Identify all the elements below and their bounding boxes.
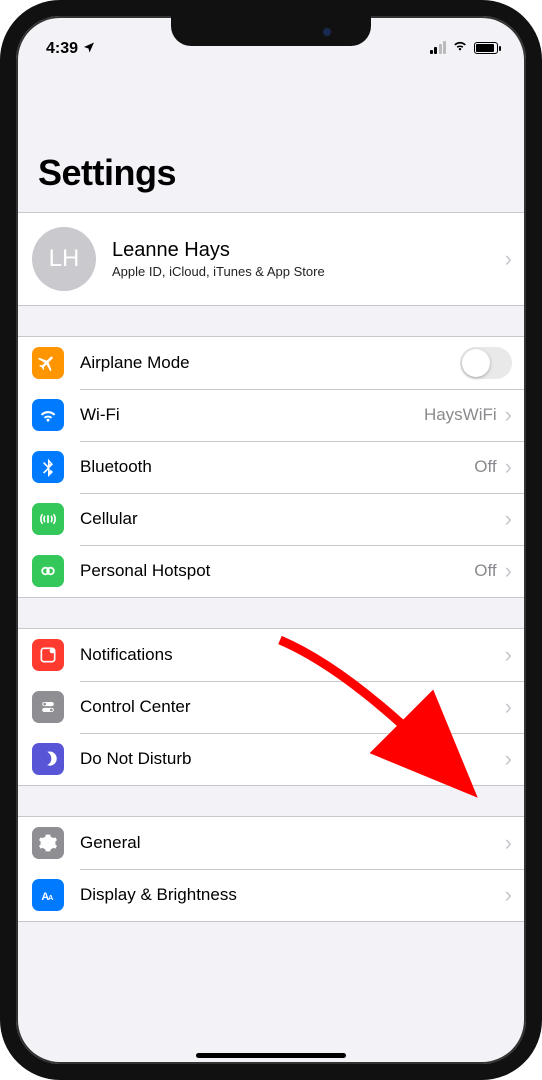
wifi-value: HaysWiFi — [424, 405, 497, 425]
status-right — [430, 37, 499, 58]
page-title: Settings — [38, 152, 504, 194]
home-indicator[interactable] — [196, 1053, 346, 1058]
row-general[interactable]: General › — [16, 817, 526, 869]
hotspot-label: Personal Hotspot — [80, 561, 474, 581]
hotspot-icon — [32, 555, 64, 587]
group-notifications: Notifications › Control Center › Do Not … — [16, 628, 526, 786]
row-display-brightness[interactable]: AA Display & Brightness › — [16, 869, 526, 921]
wifi-label: Wi-Fi — [80, 405, 424, 425]
row-airplane-mode[interactable]: Airplane Mode — [16, 337, 526, 389]
chevron-right-icon: › — [505, 404, 512, 426]
bluetooth-label: Bluetooth — [80, 457, 474, 477]
chevron-right-icon: › — [505, 884, 512, 906]
profile-group: LH Leanne Hays Apple ID, iCloud, iTunes … — [16, 212, 526, 306]
row-cellular[interactable]: Cellular › — [16, 493, 526, 545]
notch — [171, 16, 371, 46]
wifi-icon — [452, 37, 468, 58]
hotspot-value: Off — [474, 561, 496, 581]
row-control-center[interactable]: Control Center › — [16, 681, 526, 733]
profile-name: Leanne Hays — [112, 239, 505, 262]
chevron-right-icon: › — [505, 248, 512, 270]
cellular-label: Cellular — [80, 509, 505, 529]
svg-text:A: A — [48, 893, 54, 902]
notifications-icon — [32, 639, 64, 671]
group-connectivity: Airplane Mode Wi-Fi HaysWiFi › Bluetooth… — [16, 336, 526, 598]
airplane-icon — [32, 347, 64, 379]
cellular-signal-icon — [430, 41, 447, 54]
wifi-settings-icon — [32, 399, 64, 431]
chevron-right-icon: › — [505, 456, 512, 478]
location-arrow-icon — [83, 40, 95, 58]
profile-subtitle: Apple ID, iCloud, iTunes & App Store — [112, 264, 505, 279]
display-label: Display & Brightness — [80, 885, 505, 905]
apple-id-row[interactable]: LH Leanne Hays Apple ID, iCloud, iTunes … — [16, 213, 526, 305]
row-do-not-disturb[interactable]: Do Not Disturb › — [16, 733, 526, 785]
chevron-right-icon: › — [505, 832, 512, 854]
control-center-label: Control Center — [80, 697, 505, 717]
page-header: Settings — [16, 62, 526, 204]
row-bluetooth[interactable]: Bluetooth Off › — [16, 441, 526, 493]
airplane-toggle[interactable] — [460, 347, 512, 379]
group-general: General › AA Display & Brightness › — [16, 816, 526, 922]
notifications-label: Notifications — [80, 645, 505, 665]
row-wifi[interactable]: Wi-Fi HaysWiFi › — [16, 389, 526, 441]
airplane-label: Airplane Mode — [80, 353, 460, 373]
chevron-right-icon: › — [505, 508, 512, 530]
status-left: 4:39 — [46, 40, 95, 58]
display-icon: AA — [32, 879, 64, 911]
control-center-icon — [32, 691, 64, 723]
moon-icon — [32, 743, 64, 775]
chevron-right-icon: › — [505, 644, 512, 666]
chevron-right-icon: › — [505, 560, 512, 582]
avatar: LH — [32, 227, 96, 291]
profile-text: Leanne Hays Apple ID, iCloud, iTunes & A… — [112, 239, 505, 279]
general-label: General — [80, 833, 505, 853]
chevron-right-icon: › — [505, 748, 512, 770]
screen: 4:39 Settings LH Leanne Hays Apple ID, i… — [16, 16, 526, 1064]
chevron-right-icon: › — [505, 696, 512, 718]
row-personal-hotspot[interactable]: Personal Hotspot Off › — [16, 545, 526, 597]
cellular-icon — [32, 503, 64, 535]
gear-icon — [32, 827, 64, 859]
bluetooth-value: Off — [474, 457, 496, 477]
status-time: 4:39 — [46, 40, 78, 58]
battery-icon — [474, 42, 498, 54]
dnd-label: Do Not Disturb — [80, 749, 505, 769]
bluetooth-icon — [32, 451, 64, 483]
row-notifications[interactable]: Notifications › — [16, 629, 526, 681]
